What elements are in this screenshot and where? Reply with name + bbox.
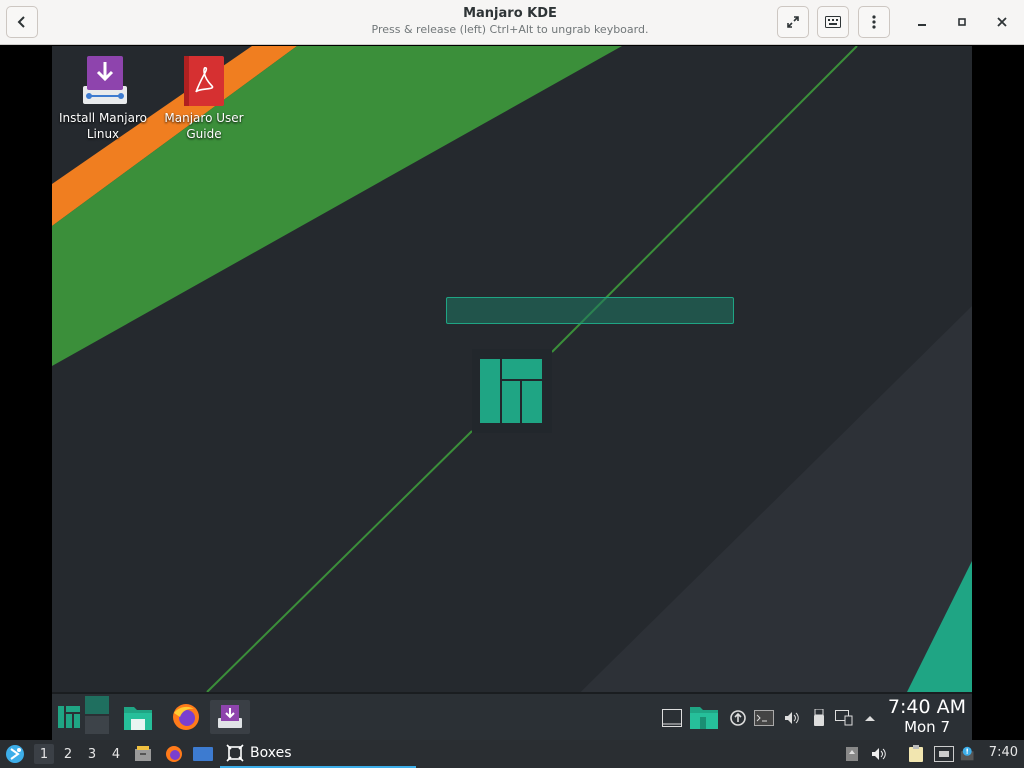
fullscreen-button[interactable] [777, 6, 809, 38]
host-taskbar: 1 2 3 4 Boxes 7:40 [0, 740, 1024, 768]
workspace-4[interactable]: 4 [106, 744, 126, 764]
host-clock[interactable]: 7:40 [989, 745, 1018, 760]
host-boxes-launcher[interactable] [193, 744, 213, 764]
host-volume-tray[interactable] [871, 745, 889, 763]
pdf-document-icon [182, 56, 226, 106]
close-button[interactable] [990, 10, 1014, 34]
keyboard-icon [825, 16, 841, 28]
volume-icon [872, 748, 886, 760]
close-icon [997, 17, 1007, 27]
network-icon [835, 710, 853, 726]
desktop-icon-label: Manjaro User Guide [164, 111, 244, 141]
upload-icon [846, 747, 858, 761]
expand-tray-button[interactable] [860, 708, 880, 728]
back-button[interactable] [6, 6, 38, 38]
header-bar: Manjaro KDE Press & release (left) Ctrl+… [0, 0, 1024, 45]
application-launcher[interactable] [56, 700, 82, 734]
vm-panel: 7:40 AM Mon 7 [52, 692, 972, 740]
terminal-icon [754, 710, 774, 726]
window-subtitle: Press & release (left) Ctrl+Alt to ungra… [371, 23, 649, 36]
file-manager-launcher[interactable] [122, 700, 154, 734]
desktop-icon-install[interactable]: Install Manjaro Linux [53, 56, 153, 142]
vm-clock-date[interactable]: Mon 7 [904, 718, 950, 736]
network-wired-icon [934, 746, 954, 762]
task-label: Boxes [250, 745, 292, 761]
kebab-menu-icon [872, 15, 876, 29]
clipboard-icon [909, 745, 923, 762]
volume-icon [785, 712, 799, 724]
usb-tray-item[interactable] [809, 708, 829, 728]
file-cabinet-icon [135, 746, 151, 761]
firefox-icon [166, 746, 182, 762]
host-clipboard-tray[interactable] [907, 745, 925, 763]
show-desktop-icon [85, 696, 109, 734]
host-menu-button[interactable] [4, 744, 26, 764]
host-files-launcher[interactable] [133, 744, 153, 764]
host-firefox-launcher[interactable] [164, 744, 184, 764]
file-manager-icon [124, 707, 152, 730]
maximize-button[interactable] [950, 10, 974, 34]
monitor-icon [193, 747, 213, 761]
vm-clock-time[interactable]: 7:40 AM [888, 696, 966, 718]
expand-tray-icon [865, 716, 875, 721]
window-icon [662, 709, 682, 727]
folder-icon [690, 707, 718, 729]
installer-taskbar-item[interactable] [210, 700, 250, 734]
vm-display[interactable]: Install Manjaro Linux Manjaro User Guide [52, 46, 972, 740]
workspace-2[interactable]: 2 [58, 744, 78, 764]
desktop-icon-user-guide[interactable]: Manjaro User Guide [154, 56, 254, 142]
host-notification-tray[interactable] [960, 745, 978, 763]
window-tray-item[interactable] [661, 708, 683, 728]
host-upload-tray[interactable] [843, 745, 861, 763]
kde-logo-icon [6, 745, 24, 763]
splash-progress-bar [446, 297, 734, 324]
maximize-icon [958, 18, 966, 26]
manjaro-logo [472, 349, 552, 433]
minimize-button[interactable] [910, 10, 934, 34]
folder-tray-item[interactable] [690, 704, 718, 730]
show-desktop-button[interactable] [85, 696, 109, 734]
chevron-left-icon [17, 16, 25, 28]
window-title: Manjaro KDE [463, 6, 557, 21]
boxes-app-icon [226, 744, 244, 762]
minimize-icon [918, 24, 926, 26]
notification-icon [960, 746, 974, 761]
host-network-tray[interactable] [934, 745, 954, 763]
firefox-icon [173, 704, 199, 730]
terminal-tray-item[interactable] [753, 708, 775, 728]
firefox-launcher[interactable] [170, 700, 202, 734]
keyboard-button[interactable] [817, 6, 849, 38]
task-boxes[interactable]: Boxes [220, 740, 416, 768]
installer-icon [81, 56, 127, 106]
update-tray-item[interactable] [728, 708, 748, 728]
workspace-1[interactable]: 1 [34, 744, 54, 764]
workspace-3[interactable]: 3 [82, 744, 102, 764]
update-icon [730, 710, 746, 726]
desktop-icon-label: Install Manjaro Linux [59, 111, 147, 141]
menu-button[interactable] [858, 6, 890, 38]
installer-icon [218, 705, 242, 728]
manjaro-menu-icon [58, 706, 80, 728]
network-tray-item[interactable] [834, 708, 854, 728]
expand-icon [787, 16, 799, 28]
usb-icon [814, 709, 824, 726]
volume-tray-item[interactable] [782, 708, 802, 728]
